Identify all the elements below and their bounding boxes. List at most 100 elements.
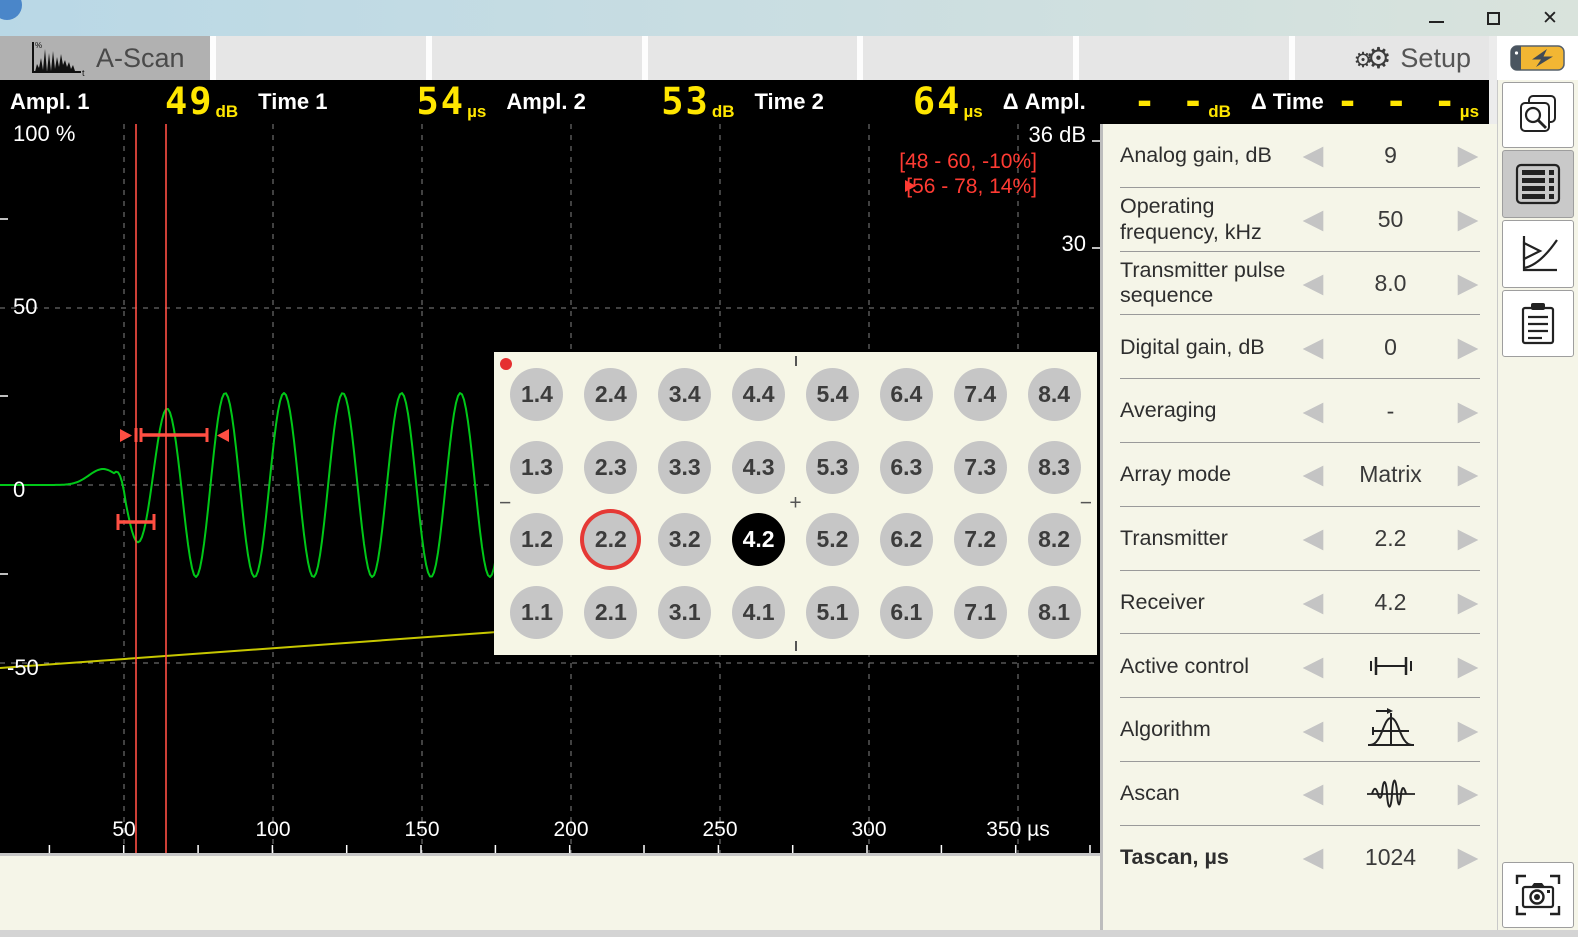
setting-value: 2.2 [1328, 525, 1453, 552]
matrix-element-button[interactable]: 2.1 [584, 586, 637, 639]
matrix-element-button[interactable]: 7.4 [954, 368, 1007, 421]
matrix-element-button[interactable]: 7.1 [954, 586, 1007, 639]
increase-button[interactable]: ▶ [1453, 780, 1483, 807]
matrix-element-button[interactable]: 8.2 [1028, 513, 1081, 566]
matrix-element-button[interactable]: 2.3 [584, 441, 637, 494]
matrix-element-button[interactable]: 8.3 [1028, 441, 1081, 494]
matrix-element-button[interactable]: 1.3 [510, 441, 563, 494]
decrease-button[interactable]: ◀ [1298, 653, 1328, 680]
tab-empty[interactable] [216, 36, 426, 80]
tab-empty[interactable] [432, 36, 642, 80]
increase-button[interactable]: ▶ [1453, 206, 1483, 233]
tab-a-scan[interactable]: % t A-Scan [0, 36, 210, 80]
increase-button[interactable]: ▶ [1453, 142, 1483, 169]
decrease-button[interactable]: ◀ [1298, 270, 1328, 297]
matrix-element-button[interactable]: 4.4 [732, 368, 785, 421]
bottom-strip [0, 856, 1100, 930]
increase-button[interactable]: ▶ [1453, 717, 1483, 744]
increase-button[interactable]: ▶ [1453, 398, 1483, 425]
decrease-button[interactable]: ◀ [1298, 780, 1328, 807]
matrix-element-button[interactable]: 5.4 [806, 368, 859, 421]
increase-button[interactable]: ▶ [1453, 525, 1483, 552]
setting-label: Transmitter pulse sequence [1120, 258, 1298, 309]
decrease-button[interactable]: ◀ [1298, 461, 1328, 488]
matrix-element-button[interactable]: 7.3 [954, 441, 1007, 494]
setting-row-active-control: Active control ◀ ▶ [1103, 634, 1497, 698]
maximize-button[interactable] [1481, 6, 1505, 30]
matrix-element-button[interactable]: 4.2 [732, 513, 785, 566]
gears-icon: ⚙⚙ [1354, 44, 1392, 73]
measurement-delta-ampl: Δ Ampl. - -dB [993, 80, 1241, 124]
matrix-element-button[interactable]: 3.3 [658, 441, 711, 494]
close-button[interactable]: ✕ [1538, 6, 1562, 30]
screenshot-camera-button[interactable] [1502, 862, 1574, 928]
setting-row-operating-frequency: Operating frequency, kHz ◀ 50 ▶ [1103, 188, 1497, 252]
matrix-element-button[interactable]: 2.2 [584, 513, 637, 566]
tab-empty[interactable] [1079, 36, 1289, 80]
increase-button[interactable]: ▶ [1453, 589, 1483, 616]
matrix-element-button[interactable]: 5.2 [806, 513, 859, 566]
matrix-element-button[interactable]: 6.4 [880, 368, 933, 421]
decrease-button[interactable]: ◀ [1298, 398, 1328, 425]
settings-list-button[interactable] [1502, 150, 1574, 218]
increase-button[interactable]: ▶ [1453, 653, 1483, 680]
measurement-time2: Time 2 64µs [745, 80, 993, 124]
y-axis-right-labels: 36 dB 30 [1029, 124, 1087, 256]
matrix-element-button[interactable]: 3.1 [658, 586, 711, 639]
setting-row-array-mode: Array mode ◀ Matrix ▶ [1103, 443, 1497, 507]
increase-button[interactable]: ▶ [1453, 461, 1483, 488]
matrix-element-button[interactable]: 1.4 [510, 368, 563, 421]
decrease-button[interactable]: ◀ [1298, 206, 1328, 233]
matrix-top-tick [795, 356, 797, 366]
increase-button[interactable]: ▶ [1453, 844, 1483, 871]
search-results-button[interactable] [1502, 82, 1574, 148]
matrix-element-button[interactable]: 4.1 [732, 586, 785, 639]
increase-button[interactable]: ▶ [1453, 270, 1483, 297]
matrix-element-button[interactable]: 1.1 [510, 586, 563, 639]
matrix-element-button[interactable]: 8.1 [1028, 586, 1081, 639]
rf-wave-icon [1365, 773, 1417, 815]
battery-icon [1509, 44, 1567, 72]
decrease-button[interactable]: ◀ [1298, 142, 1328, 169]
matrix-left-marker: − [499, 492, 511, 513]
maximize-icon [1487, 12, 1500, 25]
measurement-label: Δ Time [1251, 89, 1324, 115]
matrix-bottom-tick [795, 641, 797, 651]
matrix-element-button[interactable]: 5.1 [806, 586, 859, 639]
matrix-center-marker: + [789, 492, 801, 513]
matrix-element-button[interactable]: 5.3 [806, 441, 859, 494]
gate-annotations: [48 - 60, -10%] [56 - 78, 14%] [899, 150, 1037, 198]
matrix-element-button[interactable]: 6.2 [880, 513, 933, 566]
matrix-element-button[interactable]: 4.3 [732, 441, 785, 494]
axis-label: -50 [7, 655, 39, 680]
tab-empty[interactable] [863, 36, 1073, 80]
x-axis-minor-ticks [49, 845, 1090, 853]
tab-empty[interactable] [648, 36, 858, 80]
matrix-element-button[interactable]: 3.2 [658, 513, 711, 566]
matrix-element-button[interactable]: 3.4 [658, 368, 711, 421]
settings-panel: Analog gain, dB ◀ 9 ▶ Operating frequenc… [1103, 124, 1497, 930]
matrix-element-button[interactable]: 8.4 [1028, 368, 1081, 421]
decrease-button[interactable]: ◀ [1298, 589, 1328, 616]
matrix-element-button[interactable]: 1.2 [510, 513, 563, 566]
matrix-element-button[interactable]: 2.4 [584, 368, 637, 421]
decrease-button[interactable]: ◀ [1298, 334, 1328, 361]
decrease-button[interactable]: ◀ [1298, 525, 1328, 552]
matrix-element-button[interactable]: 7.2 [954, 513, 1007, 566]
tab-setup[interactable]: ⚙⚙ Setup [1295, 36, 1489, 80]
setting-label: Analog gain, dB [1120, 143, 1298, 168]
matrix-right-marker: − [1080, 492, 1092, 513]
setting-value [1328, 654, 1453, 678]
matrix-element-button[interactable]: 6.1 [880, 586, 933, 639]
measurement-label: Ampl. 1 [10, 89, 89, 115]
report-clipboard-button[interactable] [1502, 290, 1574, 357]
matrix-element-button[interactable]: 6.3 [880, 441, 933, 494]
decrease-button[interactable]: ◀ [1298, 717, 1328, 744]
gain-curve-button[interactable] [1502, 220, 1574, 288]
increase-button[interactable]: ▶ [1453, 334, 1483, 361]
measurement-unit: µs [1460, 103, 1479, 120]
setting-value [1328, 773, 1453, 815]
minimize-button[interactable] [1424, 6, 1448, 30]
axis-label: 150 [404, 818, 439, 841]
decrease-button[interactable]: ◀ [1298, 844, 1328, 871]
